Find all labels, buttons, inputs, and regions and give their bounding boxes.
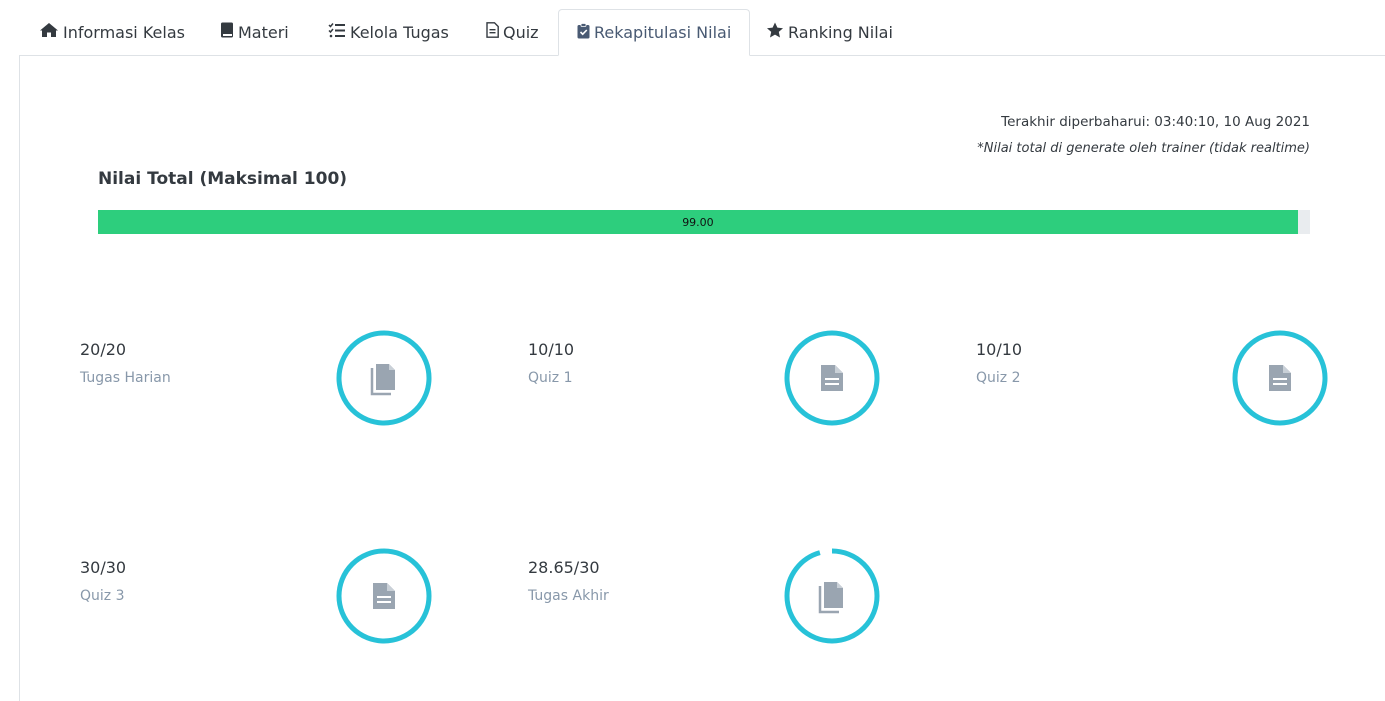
tab-bar: Informasi Kelas Materi Kelola Tugas Quiz… [19, 9, 1385, 56]
score-value: 20/20 [80, 340, 127, 359]
tab-label: Kelola Tugas [350, 22, 449, 42]
generated-note: *Nilai total di generate oleh trainer (t… [977, 141, 1310, 156]
star-icon [766, 22, 784, 42]
tab-label: Rekapitulasi Nilai [594, 23, 732, 42]
score-card-quiz-2: 10/10 Quiz 2 [976, 330, 1336, 450]
tab-ranking-nilai[interactable]: Ranking Nilai [766, 9, 893, 55]
tab-informasi-kelas[interactable]: Informasi Kelas [39, 9, 185, 55]
document-icon [373, 583, 395, 609]
clipboard-check-icon [577, 22, 590, 43]
progress-ring [336, 330, 432, 426]
total-score-progress-bar: 99.00 [98, 210, 1310, 234]
tab-rekapitulasi-nilai[interactable]: Rekapitulasi Nilai [558, 9, 751, 56]
tab-label: Ranking Nilai [788, 22, 893, 42]
total-score-progress-fill: 99.00 [98, 210, 1298, 234]
score-value: 10/10 [528, 340, 575, 359]
score-label: Quiz 2 [976, 370, 1021, 386]
tab-label: Quiz [503, 22, 539, 42]
score-label: Quiz 1 [528, 370, 573, 386]
copy-document-icon [370, 364, 395, 396]
tab-kelola-tugas[interactable]: Kelola Tugas [328, 9, 449, 55]
tab-materi[interactable]: Materi [220, 9, 289, 55]
rekapitulasi-panel: Terakhir diperbaharui: 03:40:10, 10 Aug … [19, 55, 1385, 701]
progress-ring [336, 548, 432, 644]
tab-label: Materi [238, 22, 289, 42]
score-card-tugas-akhir: 28.65/30 Tugas Akhir [528, 548, 888, 668]
score-value: 30/30 [80, 558, 127, 577]
score-value: 10/10 [976, 340, 1023, 359]
home-icon [39, 22, 59, 42]
progress-ring [1232, 330, 1328, 426]
book-icon [220, 22, 234, 42]
score-card-tugas-harian: 20/20 Tugas Harian [80, 330, 440, 450]
score-label: Tugas Akhir [528, 588, 609, 604]
tab-label: Informasi Kelas [63, 22, 185, 42]
score-value: 28.65/30 [528, 558, 600, 577]
total-score-title: Nilai Total (Maksimal 100) [98, 169, 348, 189]
document-icon [486, 22, 499, 42]
task-list-icon [328, 22, 346, 42]
score-card-quiz-3: 30/30 Quiz 3 [80, 548, 440, 668]
score-card-quiz-1: 10/10 Quiz 1 [528, 330, 888, 450]
document-icon [821, 365, 843, 391]
last-updated-text: Terakhir diperbaharui: 03:40:10, 10 Aug … [1001, 114, 1310, 130]
score-label: Tugas Harian [80, 370, 171, 386]
copy-document-icon [818, 582, 843, 614]
progress-ring [784, 330, 880, 426]
progress-ring [784, 548, 880, 644]
score-label: Quiz 3 [80, 588, 125, 604]
document-icon [1269, 365, 1291, 391]
tab-quiz[interactable]: Quiz [486, 9, 539, 55]
